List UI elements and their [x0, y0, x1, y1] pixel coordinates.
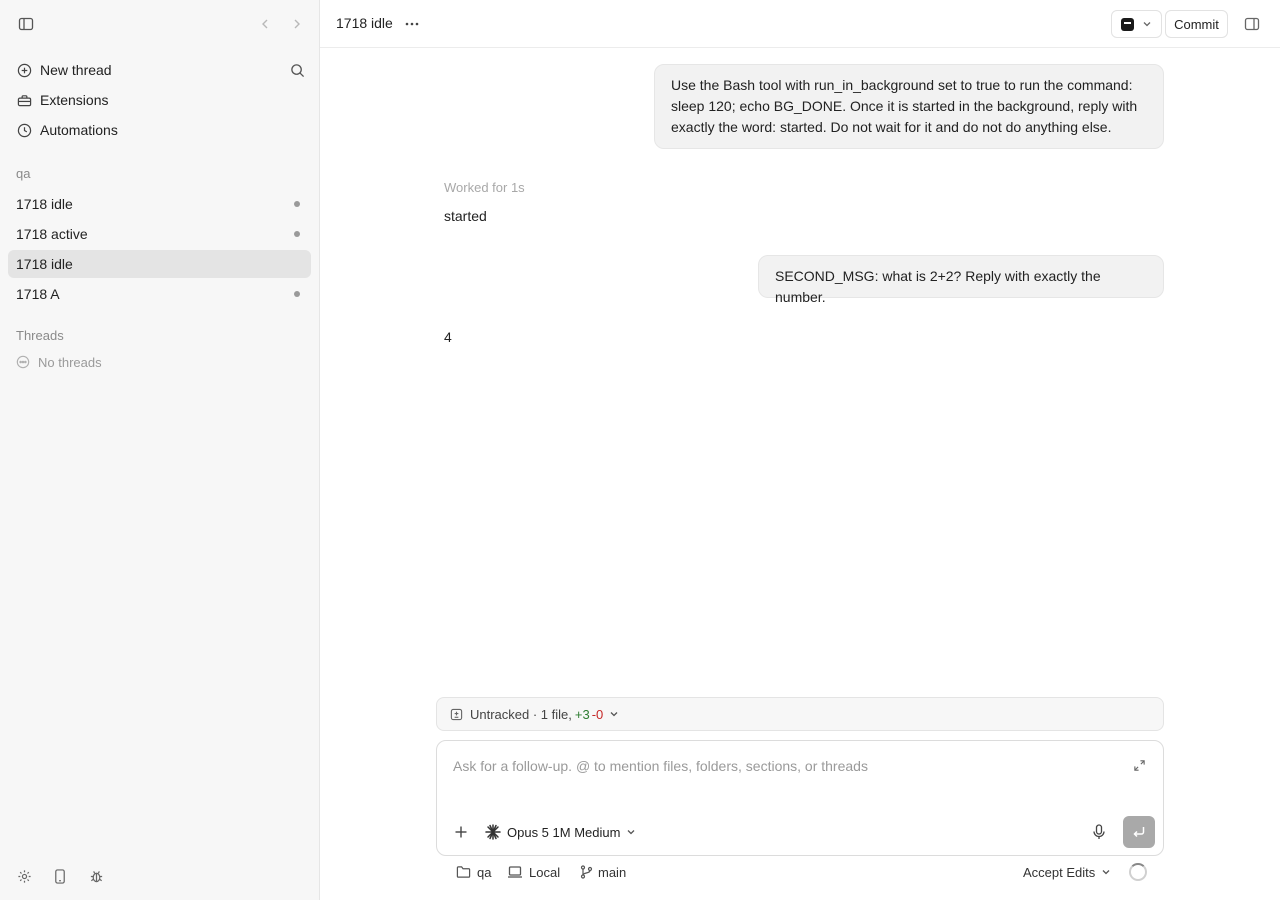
file-diff-icon — [450, 708, 463, 721]
environment-selector[interactable]: Local — [507, 862, 560, 882]
thread-item-selected[interactable]: 1718 idle — [8, 250, 311, 278]
folder-icon — [455, 864, 471, 880]
thread-item[interactable]: 1718 active — [8, 220, 311, 248]
thread-item-label: 1718 A — [16, 286, 60, 302]
new-thread-button[interactable]: New thread — [8, 56, 311, 84]
user-message: Use the Bash tool with run_in_background… — [654, 64, 1164, 149]
new-thread-label: New thread — [40, 62, 112, 78]
extensions-label: Extensions — [40, 92, 109, 108]
thread-item[interactable]: 1718 idle — [8, 190, 311, 218]
assistant-message: 4 — [444, 329, 452, 345]
unread-dot — [294, 291, 300, 297]
back-arrow-icon[interactable] — [253, 12, 277, 36]
untracked-changes-button[interactable]: Untracked · 1 file, +3 -0 — [436, 697, 1164, 731]
send-arrow-icon — [1132, 825, 1146, 839]
settings-gear-icon[interactable] — [14, 866, 34, 886]
thread-item-label: 1718 active — [16, 226, 88, 242]
chevron-down-icon — [609, 709, 619, 719]
sidebar-toggle-icon[interactable] — [14, 12, 38, 36]
automations-button[interactable]: Automations — [8, 116, 311, 144]
deletions-count: -0 — [591, 706, 604, 722]
follow-up-input[interactable] — [453, 755, 1103, 777]
edit-mode-label: Accept Edits — [1023, 864, 1096, 880]
send-button[interactable] — [1123, 816, 1155, 848]
project-name: qa — [477, 864, 492, 880]
sidebar: New thread Extensions Automations qa 171… — [0, 0, 320, 900]
toolbox-icon — [16, 92, 32, 108]
add-attachment-icon[interactable] — [451, 822, 471, 842]
additions-count: +3 — [574, 706, 590, 722]
chevron-down-icon — [1101, 867, 1111, 877]
branch-selector[interactable]: main — [578, 862, 626, 882]
model-label: Opus 5 1M Medium — [507, 824, 621, 840]
expand-icon[interactable] — [1131, 757, 1147, 773]
automations-label: Automations — [40, 122, 118, 138]
edit-mode-selector[interactable]: Accept Edits — [1023, 862, 1111, 882]
no-threads-label: No threads — [38, 354, 102, 370]
sidebar-toolbar — [0, 0, 319, 48]
branch-name: main — [598, 864, 627, 880]
thread-item[interactable]: 1718 A — [8, 280, 311, 308]
worked-duration-label[interactable]: Worked for 1s — [444, 180, 525, 195]
no-threads-row: No threads — [16, 353, 102, 371]
unread-dot — [294, 231, 300, 237]
untracked-label: Untracked · 1 file, — [470, 706, 572, 722]
project-section-label: qa — [16, 166, 31, 181]
project-selector[interactable]: qa — [455, 862, 491, 882]
main-header: 1718 idle Commit — [320, 0, 1280, 48]
clock-icon — [16, 122, 32, 138]
microphone-icon[interactable] — [1089, 822, 1109, 842]
bug-icon[interactable] — [86, 866, 106, 886]
unread-dot — [294, 201, 300, 207]
model-selector[interactable]: Opus 5 1M Medium — [485, 822, 636, 842]
chevron-down-icon — [1142, 19, 1152, 29]
plus-circle-icon — [16, 62, 32, 78]
thread-item-label: 1718 idle — [16, 196, 73, 212]
thread-item-label: 1718 idle — [16, 256, 73, 272]
commit-button[interactable]: Commit — [1165, 10, 1228, 38]
forward-arrow-icon[interactable] — [285, 12, 309, 36]
extensions-button[interactable]: Extensions — [8, 86, 311, 114]
mobile-device-icon[interactable] — [50, 866, 70, 886]
search-icon[interactable] — [285, 58, 309, 82]
right-panel-toggle-icon[interactable] — [1240, 12, 1264, 36]
laptop-icon — [507, 864, 523, 880]
loading-spinner-icon — [1129, 863, 1147, 881]
git-branch-icon — [578, 864, 594, 880]
page-title: 1718 idle — [336, 15, 393, 31]
open-in-app-button[interactable] — [1111, 10, 1162, 38]
composer: Opus 5 1M Medium — [436, 740, 1164, 856]
threads-section-label: Threads — [16, 328, 64, 343]
more-options-icon[interactable] — [400, 12, 424, 36]
app-icon — [1121, 17, 1134, 31]
chevron-down-icon — [626, 827, 636, 837]
assistant-message: started — [444, 208, 487, 224]
environment-name: Local — [529, 864, 561, 880]
user-message: SECOND_MSG: what is 2+2? Reply with exac… — [758, 255, 1164, 305]
chat-bubble-icon — [16, 355, 30, 369]
sparkle-icon — [485, 824, 501, 840]
